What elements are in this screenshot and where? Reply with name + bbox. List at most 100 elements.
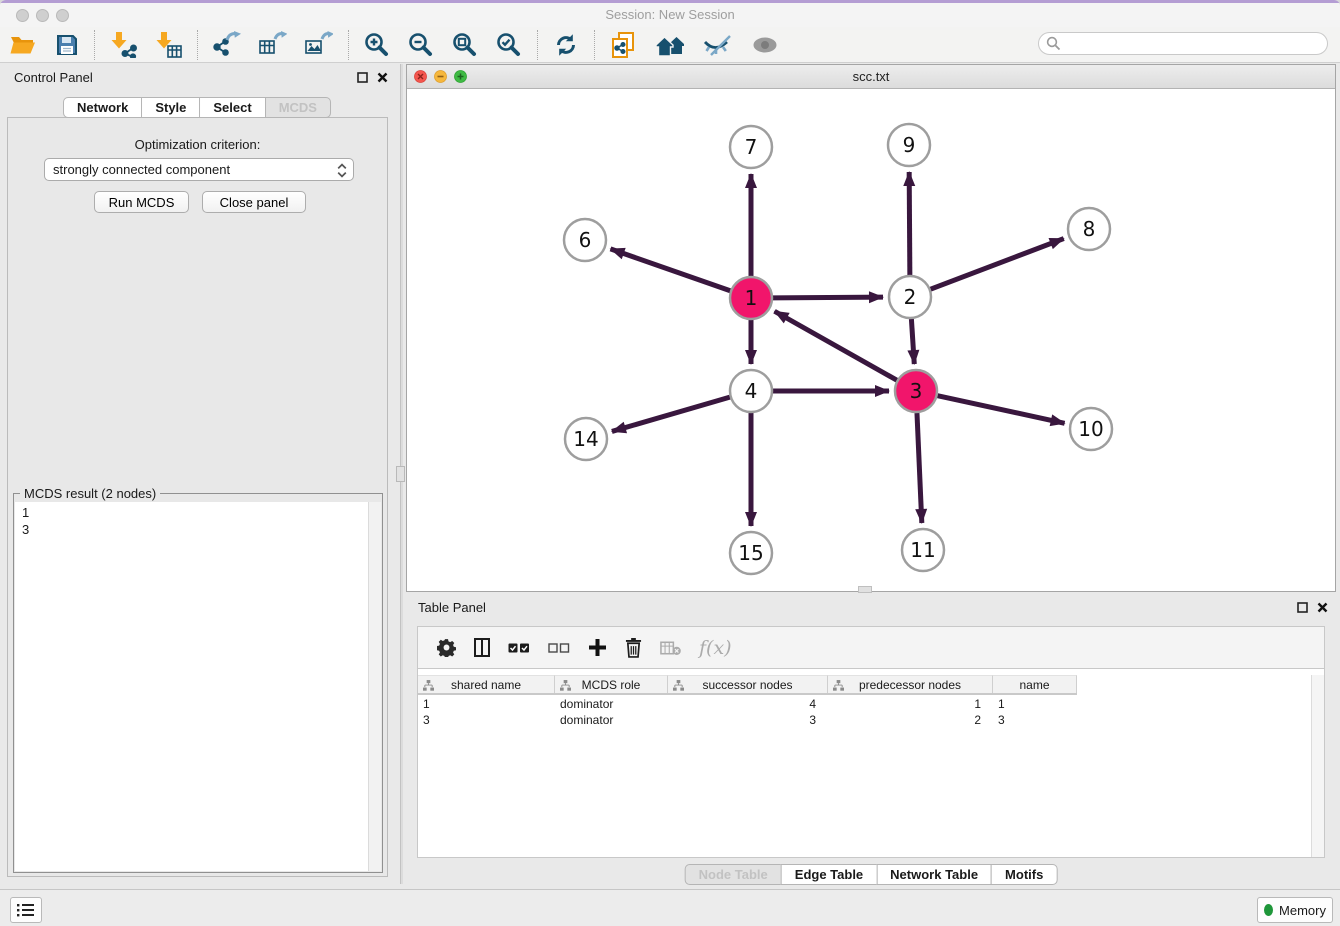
edge-2-to-9[interactable]: [909, 172, 910, 275]
close-panel-button[interactable]: Close panel: [202, 191, 306, 213]
open-file-icon[interactable]: [0, 29, 46, 61]
table-row[interactable]: 3dominator323: [418, 712, 1077, 728]
table-scrollbar[interactable]: [1311, 675, 1324, 857]
show-details-icon[interactable]: [742, 29, 788, 61]
tab-motifs[interactable]: Motifs: [991, 864, 1057, 885]
horizontal-splitter-grip[interactable]: [858, 586, 872, 593]
copy-network-icon[interactable]: [601, 29, 646, 61]
select-all-columns-icon[interactable]: [499, 630, 539, 666]
edge-2-to-8[interactable]: [931, 239, 1064, 290]
tab-network[interactable]: Network: [63, 97, 142, 118]
import-network-icon[interactable]: [101, 29, 146, 61]
cell-successor-nodes[interactable]: 3: [668, 712, 828, 728]
mcds-result-legend: MCDS result (2 nodes): [20, 486, 160, 501]
search-input[interactable]: [1038, 32, 1328, 55]
main-toolbar: [0, 27, 1340, 63]
show-column-icon[interactable]: [465, 630, 499, 666]
edge-2-to-3[interactable]: [911, 319, 914, 364]
edge-3-to-11[interactable]: [917, 413, 922, 523]
column-header-label: shared name: [451, 678, 521, 692]
close-table-panel-icon[interactable]: [1317, 602, 1328, 613]
column-header-label: name: [1019, 678, 1049, 692]
run-mcds-button[interactable]: Run MCDS: [94, 191, 189, 213]
column-header-successor-nodes[interactable]: successor nodes: [668, 675, 828, 693]
column-hierarchy-icon: [423, 680, 434, 692]
cell-predecessor-nodes[interactable]: 2: [828, 712, 993, 728]
unselect-all-columns-icon[interactable]: [539, 630, 579, 666]
mcds-result-text: 1 3: [22, 504, 29, 538]
float-panel-icon[interactable]: [357, 72, 368, 83]
table-header-row: shared name MCDS role successor nodes pr…: [418, 675, 1077, 695]
column-header-predecessor-nodes[interactable]: predecessor nodes: [828, 675, 993, 693]
vertical-splitter-grip[interactable]: [396, 466, 405, 482]
edge-1-to-2[interactable]: [773, 297, 883, 298]
add-column-icon[interactable]: [579, 630, 616, 666]
status-bar: Memory: [0, 889, 1340, 926]
export-network-icon[interactable]: [204, 29, 250, 61]
edge-4-to-14[interactable]: [612, 397, 730, 431]
memory-button[interactable]: Memory: [1257, 897, 1333, 923]
tab-edge-table[interactable]: Edge Table: [781, 864, 877, 885]
selected-option-label: strongly connected component: [53, 162, 230, 177]
table-row[interactable]: 1dominator411: [418, 696, 1077, 712]
task-history-button[interactable]: [10, 897, 42, 923]
application-window: Session: New Session: [0, 0, 1340, 926]
zoom-selected-icon[interactable]: [487, 29, 531, 61]
float-table-panel-icon[interactable]: [1297, 602, 1308, 613]
column-hierarchy-icon: [833, 680, 844, 692]
zoom-in-icon[interactable]: [355, 29, 399, 61]
node-label-3: 3: [910, 379, 923, 403]
zoom-out-icon[interactable]: [399, 29, 443, 61]
cell-name[interactable]: 1: [993, 696, 1077, 712]
close-panel-icon[interactable]: [377, 72, 388, 83]
cell-shared-name[interactable]: 3: [418, 712, 555, 728]
task-list-icon: [17, 903, 35, 917]
column-header-MCDS-role[interactable]: MCDS role: [555, 675, 668, 693]
node-label-15: 15: [738, 541, 763, 565]
node-label-11: 11: [910, 538, 935, 562]
toolbar-separator: [94, 30, 95, 60]
memory-status-icon: [1264, 904, 1273, 916]
cell-successor-nodes[interactable]: 4: [668, 696, 828, 712]
cell-MCDS-role[interactable]: dominator: [555, 696, 668, 712]
network-window-titlebar[interactable]: scc.txt: [407, 65, 1335, 89]
table-panel-title: Table Panel: [418, 600, 486, 615]
hide-details-icon[interactable]: [694, 29, 742, 61]
tab-node-table[interactable]: Node Table: [685, 864, 782, 885]
export-image-icon[interactable]: [296, 29, 342, 61]
tab-mcds[interactable]: MCDS: [265, 97, 331, 118]
refresh-layout-icon[interactable]: [544, 29, 588, 61]
import-table-icon[interactable]: [146, 29, 191, 61]
tab-select[interactable]: Select: [199, 97, 265, 118]
node-label-1: 1: [745, 286, 758, 310]
table-options-gear-icon[interactable]: [428, 630, 465, 666]
delete-column-icon[interactable]: [616, 630, 651, 666]
node-label-2: 2: [904, 285, 917, 309]
save-session-icon[interactable]: [46, 29, 88, 61]
edge-3-to-1[interactable]: [775, 311, 897, 380]
column-header-label: MCDS role: [582, 678, 641, 692]
function-builder-icon[interactable]: f(x): [690, 630, 741, 666]
column-header-shared-name[interactable]: shared name: [418, 675, 555, 693]
cell-name[interactable]: 3: [993, 712, 1077, 728]
zoom-fit-icon[interactable]: [443, 29, 487, 61]
mcds-result-area[interactable]: 1 3: [15, 502, 381, 871]
cell-predecessor-nodes[interactable]: 1: [828, 696, 993, 712]
tab-network-table[interactable]: Network Table: [876, 864, 992, 885]
column-hierarchy-icon: [560, 680, 571, 692]
delete-table-icon[interactable]: [651, 630, 690, 666]
memory-button-label: Memory: [1279, 903, 1326, 918]
result-scrollbar[interactable]: [368, 502, 381, 871]
search-field[interactable]: [1061, 36, 1327, 51]
network-canvas[interactable]: 7968124314101511: [407, 89, 1335, 591]
edge-3-to-10[interactable]: [937, 396, 1064, 424]
column-header-label: predecessor nodes: [859, 678, 961, 692]
tab-style[interactable]: Style: [141, 97, 200, 118]
first-neighbors-icon[interactable]: [646, 29, 694, 61]
column-header-name[interactable]: name: [993, 675, 1077, 693]
export-table-icon[interactable]: [250, 29, 296, 61]
edge-1-to-6[interactable]: [610, 249, 730, 291]
cell-MCDS-role[interactable]: dominator: [555, 712, 668, 728]
cell-shared-name[interactable]: 1: [418, 696, 555, 712]
optimization-criterion-select[interactable]: strongly connected component: [44, 158, 354, 181]
